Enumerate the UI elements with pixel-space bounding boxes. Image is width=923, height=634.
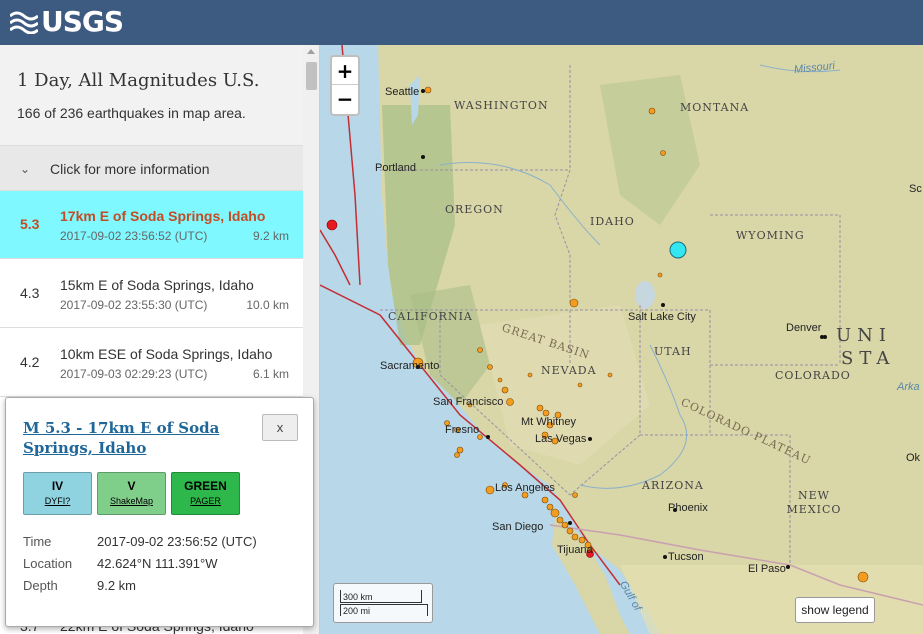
depth-value: 9.2 km: [97, 578, 137, 593]
scroll-thumb[interactable]: [306, 62, 317, 90]
usgs-logo[interactable]: USGS: [10, 4, 124, 38]
list-item[interactable]: 4.3 15km E of Soda Springs, Idaho 2017-0…: [0, 260, 303, 328]
city-label: Salt Lake City: [628, 311, 696, 323]
terrain-basemap: [320, 45, 923, 634]
state-label: Ok: [906, 452, 921, 464]
dyfi-value: IV: [51, 479, 64, 493]
state-label: OREGON: [445, 203, 504, 216]
pager-value: GREEN: [184, 479, 227, 493]
header-bar: USGS: [0, 0, 923, 45]
chevron-down-icon: ⌄: [20, 162, 31, 176]
pager-badge[interactable]: GREEN PAGER: [171, 472, 240, 515]
state-label: Sc: [909, 183, 922, 195]
city-label: El Paso: [748, 563, 786, 575]
shakemap-value: V: [127, 479, 136, 493]
close-button[interactable]: x: [262, 414, 298, 441]
shakemap-badge[interactable]: V ShakeMap: [97, 472, 166, 515]
place: 15km E of Soda Springs, Idaho: [60, 277, 254, 293]
list-count: 166 of 236 earthquakes in map area.: [17, 105, 246, 121]
depth: 10.0 km: [246, 298, 289, 312]
state-label: WASHINGTON: [454, 99, 549, 112]
place: 17km E of Soda Springs, Idaho: [60, 208, 266, 224]
magnitude: 5.3: [20, 216, 40, 232]
city-label: Las Vegas: [535, 433, 587, 445]
list-title: 1 Day, All Magnitudes U.S.: [17, 70, 260, 91]
city-label: Tijuana: [557, 544, 593, 556]
zoom-in-button[interactable]: +: [332, 57, 358, 85]
place: 10km ESE of Soda Springs, Idaho: [60, 346, 273, 362]
earthquake-popup: M 5.3 - 17km E of Soda Springs, Idaho x …: [5, 397, 314, 627]
city-label: Los Angeles: [495, 482, 555, 494]
time: 2017-09-03 02:29:23 (UTC): [60, 367, 208, 381]
river-label: Arka: [897, 381, 920, 393]
state-label: NEVADA: [541, 364, 597, 377]
state-label: IDAHO: [590, 215, 635, 228]
magnitude: 4.3: [20, 285, 40, 301]
city-label: Tucson: [668, 551, 704, 563]
time-label: Time: [23, 534, 52, 549]
country-label: STA: [841, 348, 896, 369]
time: 2017-09-02 23:55:30 (UTC): [60, 298, 208, 312]
time: 2017-09-02 23:56:52 (UTC): [60, 229, 208, 243]
city-label: San Francisco: [433, 396, 504, 408]
magnitude: 4.2: [20, 354, 40, 370]
depth: 9.2 km: [252, 229, 289, 243]
state-label: ARIZONA: [642, 479, 704, 492]
list-item[interactable]: 4.2 10km ESE of Soda Springs, Idaho 2017…: [0, 329, 303, 397]
scale-bar-km-line: [340, 590, 422, 603]
scale-bar: 300 km 200 mi: [333, 583, 433, 623]
zoom-control: + −: [330, 55, 360, 116]
scroll-up-icon[interactable]: [307, 49, 315, 54]
city-label: San Diego: [492, 521, 544, 533]
scale-bar-mi-line: [340, 604, 428, 616]
location-label: Location: [23, 556, 73, 571]
zoom-out-button[interactable]: −: [332, 85, 358, 113]
state-label: CALIFORNIA: [388, 310, 473, 323]
time-value: 2017-09-02 23:56:52 (UTC): [97, 534, 257, 549]
dyfi-label: DYFI?: [44, 496, 71, 506]
pager-label: PAGER: [190, 496, 221, 506]
city-label: Denver: [786, 322, 822, 334]
city-label: Phoenix: [668, 502, 708, 514]
city-label: Mt Whitney: [521, 416, 577, 428]
state-label: UTAH: [654, 345, 692, 358]
location-value: 42.624°N 111.391°W: [97, 556, 218, 571]
city-label: Portland: [375, 162, 416, 174]
usgs-waves-icon: [10, 11, 38, 34]
more-info-toggle[interactable]: ⌄ Click for more information: [0, 145, 303, 191]
more-info-label: Click for more information: [50, 161, 210, 177]
dyfi-badge[interactable]: IV DYFI?: [23, 472, 92, 515]
depth: 6.1 km: [252, 367, 289, 381]
city-label: Seattle: [385, 86, 420, 98]
map-view[interactable]: [320, 45, 923, 634]
state-label: WYOMING: [736, 229, 805, 242]
list-item[interactable]: 5.3 17km E of Soda Springs, Idaho 2017-0…: [0, 191, 303, 259]
logo-text: USGS: [41, 4, 124, 38]
city-label: Fresno: [445, 424, 480, 436]
depth-label: Depth: [23, 578, 58, 593]
state-label: MONTANA: [680, 101, 750, 114]
popup-title-link[interactable]: M 5.3 - 17km E of Soda Springs, Idaho: [23, 418, 253, 458]
shakemap-label: ShakeMap: [109, 496, 154, 506]
state-label: NEW MEXICO: [786, 489, 842, 516]
city-label: Sacramento: [380, 360, 440, 372]
country-label: UNI: [836, 325, 893, 346]
state-label: COLORADO: [775, 369, 851, 382]
list-header: 1 Day, All Magnitudes U.S. 166 of 236 ea…: [0, 45, 303, 145]
show-legend-button[interactable]: show legend: [795, 597, 875, 623]
